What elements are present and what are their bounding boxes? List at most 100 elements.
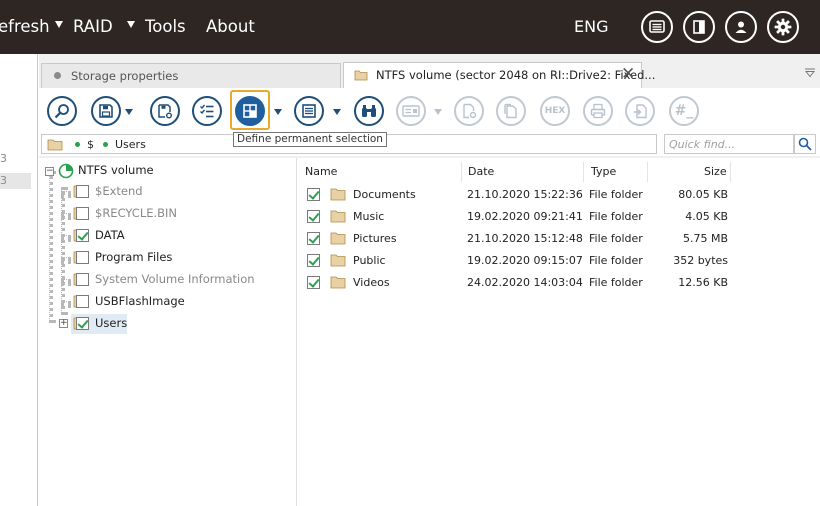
view-dropdown-arrow-icon[interactable]	[333, 109, 341, 115]
row-checkbox[interactable]	[307, 210, 320, 223]
save-dropdown-arrow-icon[interactable]	[125, 109, 133, 115]
tools-dropdown-arrow-icon[interactable]	[127, 21, 135, 28]
close-tab-icon[interactable]: ✕	[621, 64, 635, 84]
raid-dropdown-arrow-icon[interactable]	[55, 21, 63, 28]
user-icon	[735, 21, 747, 33]
tree-item-usbflashimage[interactable]: USBFlashImage	[95, 292, 185, 310]
table-row[interactable]: Music 19.02.2020 09:21:41 File folder 4.…	[298, 206, 820, 228]
expand-icon[interactable]: +	[59, 319, 68, 328]
cell-type: File folder	[589, 276, 643, 289]
tooltip: Define permanent selection	[233, 132, 387, 147]
file-gear-icon	[463, 103, 477, 119]
tree-connector	[61, 213, 71, 217]
table-row[interactable]: Videos 24.02.2020 14:03:04 File folder 1…	[298, 272, 820, 294]
language-selector[interactable]: ENG	[574, 17, 608, 37]
column-divider[interactable]	[461, 162, 462, 182]
row-checkbox[interactable]	[307, 276, 320, 289]
cell-name: Public	[353, 254, 386, 267]
folder-icon	[330, 232, 346, 245]
breadcrumb-segment[interactable]: Users	[115, 138, 146, 151]
cell-size: 80.05 KB	[678, 188, 728, 201]
checklist-button[interactable]	[192, 96, 222, 126]
status-dot-icon	[54, 72, 61, 79]
tree-checkbox[interactable]	[76, 185, 89, 198]
quick-find-input[interactable]: Quick find...	[664, 134, 794, 154]
save-icon	[99, 104, 113, 118]
tab-bar: Storage properties NTFS volume (sector 2…	[39, 54, 820, 88]
column-header-name[interactable]: Name	[305, 162, 337, 182]
export-button[interactable]	[625, 96, 655, 126]
tree-connector	[61, 257, 71, 261]
tree-checkbox[interactable]	[76, 317, 89, 330]
preview-dropdown-arrow-icon[interactable]	[434, 109, 442, 115]
print-button[interactable]	[583, 96, 613, 126]
menu-about[interactable]: About	[206, 17, 255, 37]
tree-checkbox[interactable]	[76, 251, 89, 264]
column-divider[interactable]	[647, 162, 648, 182]
ntfs-volume-icon	[58, 163, 74, 179]
save-settings-button[interactable]	[150, 96, 180, 126]
column-header-size[interactable]: Size	[704, 162, 727, 182]
panel-layout-button[interactable]	[683, 11, 715, 43]
view-button[interactable]	[294, 96, 324, 126]
breadcrumb-segment[interactable]: $	[87, 138, 94, 151]
cell-size: 12.56 KB	[678, 276, 728, 289]
table-row[interactable]: Pictures 21.10.2020 15:12:48 File folder…	[298, 228, 820, 250]
tree-item-ntfs-volume[interactable]: NTFS volume	[78, 161, 154, 179]
define-permanent-selection-button[interactable]	[235, 96, 265, 126]
folder-icon	[47, 139, 63, 151]
scan-button[interactable]	[354, 96, 384, 126]
row-checkbox[interactable]	[307, 254, 320, 267]
column-divider[interactable]	[583, 162, 584, 182]
binoculars-icon	[362, 105, 376, 117]
menu-refresh[interactable]: efresh	[0, 17, 50, 37]
collapse-icon[interactable]: −	[45, 167, 54, 176]
file-settings-button[interactable]	[454, 96, 484, 126]
tree-checkbox[interactable]	[76, 273, 89, 286]
column-header-type[interactable]: Type	[591, 162, 616, 182]
tree-item-system-volume-information[interactable]: System Volume Information	[95, 270, 255, 288]
tree-item-users[interactable]: Users	[95, 314, 127, 332]
tree-connector	[61, 235, 71, 239]
table-row[interactable]: Documents 21.10.2020 15:22:36 File folde…	[298, 184, 820, 206]
left-panel-selected-item[interactable]: 3	[0, 173, 31, 189]
tree-item-recycle-bin[interactable]: $RECYCLE.BIN	[95, 204, 177, 222]
tree-item-data[interactable]: DATA	[95, 226, 125, 244]
tab-label: NTFS volume (sector 2048 on RI::Drive2: …	[376, 68, 656, 82]
menu-raid[interactable]: RAID	[73, 17, 113, 37]
panel-menu-icon[interactable]	[804, 68, 816, 78]
toolbar: HEX #_	[39, 88, 820, 132]
hash-button[interactable]: #_	[669, 96, 699, 126]
tree-checkbox[interactable]	[76, 229, 89, 242]
copy-file-icon	[504, 103, 517, 119]
column-header-date[interactable]: Date	[468, 162, 494, 182]
selection-dropdown-arrow-icon[interactable]	[274, 109, 282, 115]
tree-item-program-files[interactable]: Program Files	[95, 248, 172, 266]
tab-storage-properties[interactable]: Storage properties	[41, 63, 341, 88]
tab-ntfs-volume[interactable]: NTFS volume (sector 2048 on RI::Drive2: …	[343, 62, 655, 88]
row-checkbox[interactable]	[307, 188, 320, 201]
column-divider[interactable]	[730, 162, 731, 182]
row-checkbox[interactable]	[307, 232, 320, 245]
user-button[interactable]	[725, 11, 757, 43]
table-row[interactable]: Public 19.02.2020 09:15:07 File folder 3…	[298, 250, 820, 272]
save-button[interactable]	[91, 96, 121, 126]
settings-button[interactable]	[767, 11, 799, 43]
left-panel-item[interactable]: 3	[0, 151, 7, 167]
find-button[interactable]	[47, 96, 77, 126]
open-disk-button[interactable]	[641, 11, 673, 43]
tree-connector	[49, 171, 53, 323]
tree-checkbox[interactable]	[76, 295, 89, 308]
app-window: efresh RAID Tools About ENG 3 3 Storage …	[0, 0, 820, 506]
cell-date: 21.10.2020 15:22:36	[467, 188, 583, 201]
top-menu-bar: efresh RAID Tools About ENG	[0, 0, 820, 54]
preview-button[interactable]	[396, 96, 426, 126]
search-button[interactable]	[794, 134, 816, 154]
tree-item-extend[interactable]: $Extend	[95, 182, 143, 200]
menu-tools[interactable]: Tools	[145, 17, 186, 37]
copy-file-button[interactable]	[496, 96, 526, 126]
tree-checkbox[interactable]	[76, 207, 89, 220]
cell-name: Documents	[353, 188, 416, 201]
cell-type: File folder	[589, 210, 643, 223]
hex-editor-button[interactable]: HEX	[540, 96, 570, 126]
